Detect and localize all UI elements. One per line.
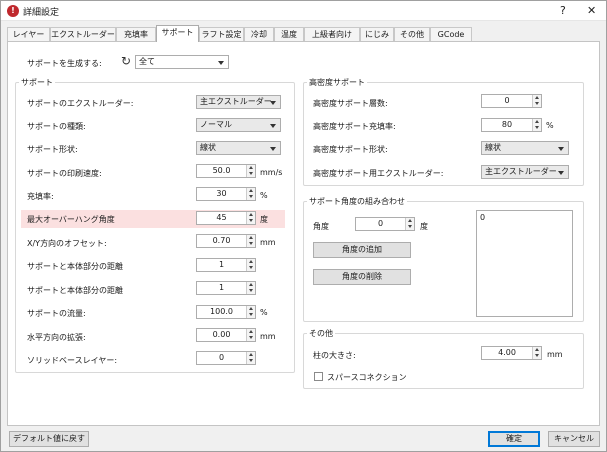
support-extruder-label: サポートのエクストルーダー: xyxy=(27,99,134,108)
support-distance-label-2: サポートと本体部分の距離 xyxy=(27,286,123,295)
support-shape-select[interactable]: 線状 xyxy=(196,141,281,155)
ok-button[interactable]: 確定 xyxy=(488,431,540,447)
generate-support-select[interactable]: 全て xyxy=(135,55,229,69)
angle-unit: 度 xyxy=(420,222,428,231)
angle-label: 角度 xyxy=(313,222,329,231)
solid-base-layer-label: ソリッドベースレイヤー: xyxy=(27,356,118,365)
xy-offset-input[interactable]: 0.70 xyxy=(196,234,256,248)
tab-ooze[interactable]: にじみ xyxy=(360,27,394,42)
horizontal-expansion-label: 水平方向の拡張: xyxy=(27,333,86,342)
app-icon: ! xyxy=(7,5,19,17)
cancel-button[interactable]: キャンセル xyxy=(548,431,600,447)
settings-dialog: ! 詳細設定 ? ✕ レイヤー エクストルーダー 充填率 サポート ラフト設定 … xyxy=(0,0,607,452)
support-distance-label-1: サポートと本体部分の距離 xyxy=(27,262,123,271)
dense-layers-input[interactable]: 0 xyxy=(481,94,542,108)
reset-defaults-button[interactable]: デフォルト値に戻す xyxy=(9,431,89,447)
support-speed-label: サポートの印刷速度: xyxy=(27,169,102,178)
support-extruder-select[interactable]: 主エクストルーダー xyxy=(196,95,281,109)
support-fill-input[interactable]: 30 xyxy=(196,187,256,201)
support-distance-input-2[interactable]: 1 xyxy=(196,281,256,295)
dense-support-group-title: 高密度サポート xyxy=(307,77,367,88)
pillar-size-label: 柱の大きさ: xyxy=(313,351,356,360)
pillar-size-input[interactable]: 4.00 xyxy=(481,346,542,360)
dense-extruder-label: 高密度サポート用エクストルーダー: xyxy=(313,169,444,178)
overhang-label: 最大オーバーハング角度 xyxy=(27,215,115,224)
tab-cooling[interactable]: 冷却 xyxy=(244,27,274,42)
support-flow-unit: % xyxy=(260,308,268,317)
dense-fill-input[interactable]: 80 xyxy=(481,118,542,132)
help-button[interactable]: ? xyxy=(560,4,566,17)
horizontal-expansion-unit: mm xyxy=(260,332,276,341)
overhang-unit: 度 xyxy=(260,215,268,224)
tab-advanced[interactable]: 上級者向け xyxy=(304,27,360,42)
tab-layer[interactable]: レイヤー xyxy=(7,27,50,42)
window-title: 詳細設定 xyxy=(23,8,60,18)
close-button[interactable]: ✕ xyxy=(587,4,596,17)
pillar-size-unit: mm xyxy=(547,350,563,359)
reset-icon[interactable]: ↻ xyxy=(121,54,131,68)
support-fill-label: 充填率: xyxy=(27,192,54,201)
tab-gcode[interactable]: GCode xyxy=(430,27,472,42)
sparse-connection-label: スパースコネクション xyxy=(327,373,407,382)
dense-fill-unit: % xyxy=(546,121,554,130)
angle-input[interactable]: 0 xyxy=(355,217,415,231)
support-type-label: サポートの種類: xyxy=(27,122,86,131)
support-shape-label: サポート形状: xyxy=(27,145,78,154)
support-group-title: サポート xyxy=(19,77,55,88)
sparse-connection-checkbox[interactable] xyxy=(314,372,323,381)
title-bar: ! 詳細設定 ? ✕ xyxy=(1,1,606,21)
tab-raft[interactable]: ラフト設定 xyxy=(199,27,244,42)
support-speed-input[interactable]: 50.0 xyxy=(196,164,256,178)
xy-offset-unit: mm xyxy=(260,238,276,247)
angle-list[interactable]: 0 xyxy=(476,210,573,317)
dense-extruder-select[interactable]: 主エクストルーダー xyxy=(481,165,569,179)
add-angle-button[interactable]: 角度の追加 xyxy=(313,242,411,258)
tab-temperature[interactable]: 温度 xyxy=(274,27,304,42)
dense-shape-select[interactable]: 線状 xyxy=(481,141,569,155)
support-speed-unit: mm/s xyxy=(260,168,283,177)
angle-combination-group-title: サポート角度の組み合わせ xyxy=(307,196,407,207)
support-flow-input[interactable]: 100.0 xyxy=(196,305,256,319)
other-group-title: その他 xyxy=(307,328,335,339)
angle-list-item[interactable]: 0 xyxy=(480,213,569,222)
tab-support[interactable]: サポート xyxy=(156,25,199,42)
dense-shape-label: 高密度サポート形状: xyxy=(313,145,388,154)
horizontal-expansion-input[interactable]: 0.00 xyxy=(196,328,256,342)
tab-other[interactable]: その他 xyxy=(394,27,430,42)
support-type-select[interactable]: ノーマル xyxy=(196,118,281,132)
xy-offset-label: X/Y方向のオフセット: xyxy=(27,239,107,248)
remove-angle-button[interactable]: 角度の削除 xyxy=(313,269,411,285)
tab-extruder[interactable]: エクストルーダー xyxy=(50,27,116,42)
dense-fill-label: 高密度サポート充填率: xyxy=(313,122,396,131)
support-distance-input-1[interactable]: 1 xyxy=(196,258,256,272)
overhang-input[interactable]: 45 xyxy=(196,211,256,225)
dense-layers-label: 高密度サポート層数: xyxy=(313,99,388,108)
support-fill-unit: % xyxy=(260,191,268,200)
support-flow-label: サポートの流量: xyxy=(27,309,86,318)
generate-support-label: サポートを生成する: xyxy=(27,59,102,68)
solid-base-layer-input[interactable]: 0 xyxy=(196,351,256,365)
tab-infill[interactable]: 充填率 xyxy=(116,27,156,42)
